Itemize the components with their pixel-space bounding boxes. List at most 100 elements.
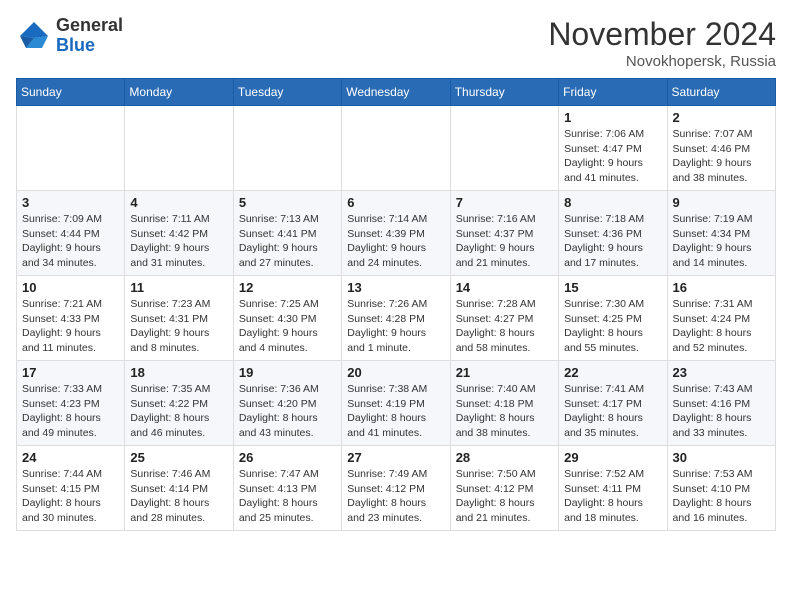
- calendar-cell: 1Sunrise: 7:06 AM Sunset: 4:47 PM Daylig…: [559, 106, 667, 191]
- calendar-cell: 20 Sunrise: 7:38 AM Sunset: 4:19 PM Dayli…: [342, 361, 450, 446]
- day-number: 8: [564, 195, 661, 210]
- calendar-cell: 7 Sunrise: 7:16 AM Sunset: 4:37 PM Daylig…: [450, 191, 558, 276]
- day-of-week-header: Saturday: [667, 79, 775, 106]
- day-number: 2: [673, 110, 770, 125]
- logo-text: General Blue: [56, 16, 123, 56]
- calendar-cell: 19 Sunrise: 7:36 AM Sunset: 4:20 PM Dayli…: [233, 361, 341, 446]
- day-info: Sunrise: 7:11 AM Sunset: 4:42 PM Dayligh…: [130, 212, 227, 271]
- calendar-cell: 16Sunrise: 7:31 AM Sunset: 4:24 PM Dayli…: [667, 276, 775, 361]
- day-number: 19: [239, 365, 336, 380]
- calendar-week-row: 3 Sunrise: 7:09 AM Sunset: 4:44 PM Daylig…: [17, 191, 776, 276]
- calendar-cell: 26 Sunrise: 7:47 AM Sunset: 4:13 PM Dayli…: [233, 446, 341, 531]
- day-info: Sunrise: 7:30 AM Sunset: 4:25 PM Dayligh…: [564, 297, 661, 356]
- logo: General Blue: [16, 16, 123, 56]
- calendar-cell: 6 Sunrise: 7:14 AM Sunset: 4:39 PM Daylig…: [342, 191, 450, 276]
- day-info: Sunrise: 7:50 AM Sunset: 4:12 PM Dayligh…: [456, 467, 553, 526]
- day-number: 30: [673, 450, 770, 465]
- calendar-cell: 2 Sunrise: 7:07 AM Sunset: 4:46 PM Daylig…: [667, 106, 775, 191]
- day-info: Sunrise: 7:09 AM Sunset: 4:44 PM Dayligh…: [22, 212, 119, 271]
- calendar-cell: 5Sunrise: 7:13 AM Sunset: 4:41 PM Daylig…: [233, 191, 341, 276]
- day-info: Sunrise: 7:21 AM Sunset: 4:33 PM Dayligh…: [22, 297, 119, 356]
- day-number: 6: [347, 195, 444, 210]
- calendar-cell: [125, 106, 233, 191]
- day-number: 5: [239, 195, 336, 210]
- day-of-week-header: Tuesday: [233, 79, 341, 106]
- day-number: 9: [673, 195, 770, 210]
- day-info: Sunrise: 7:49 AM Sunset: 4:12 PM Dayligh…: [347, 467, 444, 526]
- day-info: Sunrise: 7:07 AM Sunset: 4:46 PM Dayligh…: [673, 127, 770, 186]
- day-info: Sunrise: 7:25 AM Sunset: 4:30 PM Dayligh…: [239, 297, 336, 356]
- day-info: Sunrise: 7:40 AM Sunset: 4:18 PM Dayligh…: [456, 382, 553, 441]
- day-info: Sunrise: 7:28 AM Sunset: 4:27 PM Dayligh…: [456, 297, 553, 356]
- day-info: Sunrise: 7:26 AM Sunset: 4:28 PM Dayligh…: [347, 297, 444, 356]
- calendar-week-row: 1Sunrise: 7:06 AM Sunset: 4:47 PM Daylig…: [17, 106, 776, 191]
- calendar-cell: 29 Sunrise: 7:52 AM Sunset: 4:11 PM Dayli…: [559, 446, 667, 531]
- location: Novokhopersk, Russia: [548, 53, 776, 70]
- day-info: Sunrise: 7:23 AM Sunset: 4:31 PM Dayligh…: [130, 297, 227, 356]
- month-title: November 2024: [548, 16, 776, 53]
- day-number: 14: [456, 280, 553, 295]
- day-number: 18: [130, 365, 227, 380]
- calendar-cell: 28 Sunrise: 7:50 AM Sunset: 4:12 PM Dayli…: [450, 446, 558, 531]
- day-of-week-header: Wednesday: [342, 79, 450, 106]
- calendar-week-row: 24Sunrise: 7:44 AM Sunset: 4:15 PM Dayli…: [17, 446, 776, 531]
- day-info: Sunrise: 7:43 AM Sunset: 4:16 PM Dayligh…: [673, 382, 770, 441]
- day-number: 4: [130, 195, 227, 210]
- day-number: 7: [456, 195, 553, 210]
- calendar-cell: 22 Sunrise: 7:41 AM Sunset: 4:17 PM Dayli…: [559, 361, 667, 446]
- day-number: 26: [239, 450, 336, 465]
- calendar-week-row: 17Sunrise: 7:33 AM Sunset: 4:23 PM Dayli…: [17, 361, 776, 446]
- day-info: Sunrise: 7:33 AM Sunset: 4:23 PM Dayligh…: [22, 382, 119, 441]
- day-number: 22: [564, 365, 661, 380]
- day-info: Sunrise: 7:47 AM Sunset: 4:13 PM Dayligh…: [239, 467, 336, 526]
- day-number: 21: [456, 365, 553, 380]
- calendar-cell: 4 Sunrise: 7:11 AM Sunset: 4:42 PM Daylig…: [125, 191, 233, 276]
- day-info: Sunrise: 7:18 AM Sunset: 4:36 PM Dayligh…: [564, 212, 661, 271]
- day-number: 10: [22, 280, 119, 295]
- day-info: Sunrise: 7:19 AM Sunset: 4:34 PM Dayligh…: [673, 212, 770, 271]
- day-info: Sunrise: 7:14 AM Sunset: 4:39 PM Dayligh…: [347, 212, 444, 271]
- calendar-cell: 9 Sunrise: 7:19 AM Sunset: 4:34 PM Daylig…: [667, 191, 775, 276]
- day-number: 12: [239, 280, 336, 295]
- calendar-cell: 17Sunrise: 7:33 AM Sunset: 4:23 PM Dayli…: [17, 361, 125, 446]
- calendar-cell: [450, 106, 558, 191]
- day-info: Sunrise: 7:52 AM Sunset: 4:11 PM Dayligh…: [564, 467, 661, 526]
- calendar-header-row: SundayMondayTuesdayWednesdayThursdayFrid…: [17, 79, 776, 106]
- calendar-cell: [17, 106, 125, 191]
- calendar-cell: 3 Sunrise: 7:09 AM Sunset: 4:44 PM Daylig…: [17, 191, 125, 276]
- day-number: 27: [347, 450, 444, 465]
- calendar-cell: 10 Sunrise: 7:21 AM Sunset: 4:33 PM Dayli…: [17, 276, 125, 361]
- calendar-cell: 27 Sunrise: 7:49 AM Sunset: 4:12 PM Dayli…: [342, 446, 450, 531]
- calendar-cell: 12 Sunrise: 7:25 AM Sunset: 4:30 PM Dayli…: [233, 276, 341, 361]
- calendar-cell: [233, 106, 341, 191]
- day-info: Sunrise: 7:16 AM Sunset: 4:37 PM Dayligh…: [456, 212, 553, 271]
- day-info: Sunrise: 7:44 AM Sunset: 4:15 PM Dayligh…: [22, 467, 119, 526]
- day-number: 25: [130, 450, 227, 465]
- day-of-week-header: Friday: [559, 79, 667, 106]
- day-number: 15: [564, 280, 661, 295]
- title-area: November 2024 Novokhopersk, Russia: [548, 16, 776, 70]
- day-info: Sunrise: 7:53 AM Sunset: 4:10 PM Dayligh…: [673, 467, 770, 526]
- calendar-cell: 13 Sunrise: 7:26 AM Sunset: 4:28 PM Dayli…: [342, 276, 450, 361]
- day-info: Sunrise: 7:41 AM Sunset: 4:17 PM Dayligh…: [564, 382, 661, 441]
- logo-icon: [16, 18, 52, 54]
- day-info: Sunrise: 7:38 AM Sunset: 4:19 PM Dayligh…: [347, 382, 444, 441]
- day-number: 3: [22, 195, 119, 210]
- calendar-cell: [342, 106, 450, 191]
- day-number: 16: [673, 280, 770, 295]
- day-number: 20: [347, 365, 444, 380]
- day-number: 29: [564, 450, 661, 465]
- calendar-week-row: 10 Sunrise: 7:21 AM Sunset: 4:33 PM Dayli…: [17, 276, 776, 361]
- calendar-cell: 8 Sunrise: 7:18 AM Sunset: 4:36 PM Daylig…: [559, 191, 667, 276]
- day-info: Sunrise: 7:36 AM Sunset: 4:20 PM Dayligh…: [239, 382, 336, 441]
- calendar-cell: 21 Sunrise: 7:40 AM Sunset: 4:18 PM Dayli…: [450, 361, 558, 446]
- day-of-week-header: Thursday: [450, 79, 558, 106]
- day-number: 1: [564, 110, 661, 125]
- day-info: Sunrise: 7:46 AM Sunset: 4:14 PM Dayligh…: [130, 467, 227, 526]
- calendar-cell: 15 Sunrise: 7:30 AM Sunset: 4:25 PM Dayli…: [559, 276, 667, 361]
- day-of-week-header: Monday: [125, 79, 233, 106]
- day-number: 28: [456, 450, 553, 465]
- calendar-cell: 11Sunrise: 7:23 AM Sunset: 4:31 PM Dayli…: [125, 276, 233, 361]
- day-number: 13: [347, 280, 444, 295]
- calendar-cell: 14 Sunrise: 7:28 AM Sunset: 4:27 PM Dayli…: [450, 276, 558, 361]
